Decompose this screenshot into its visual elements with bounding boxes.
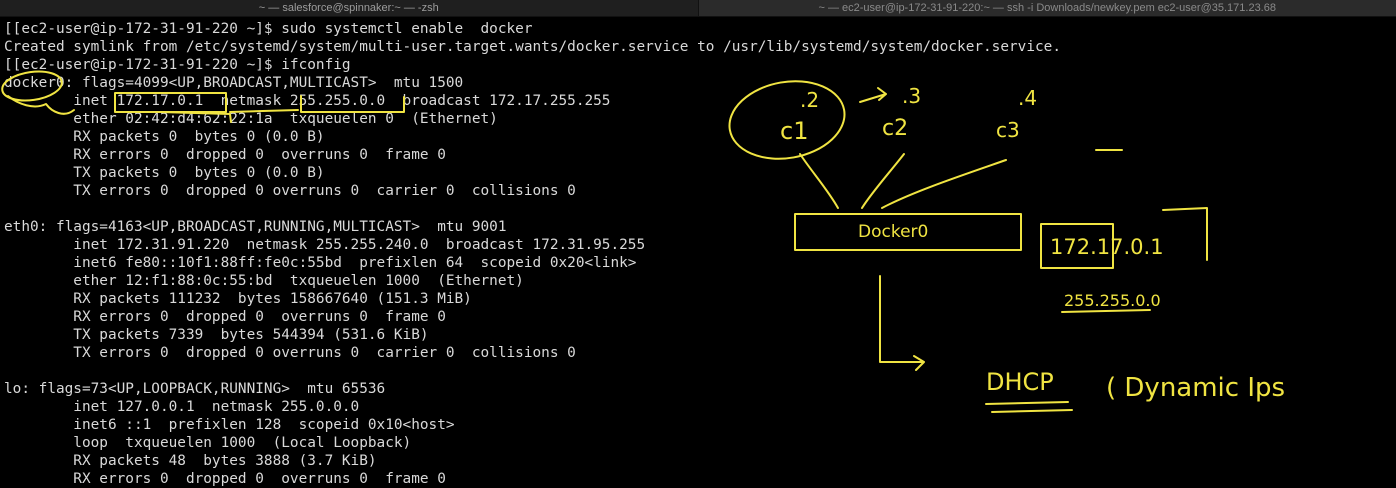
container-c2: c2: [882, 116, 908, 141]
netmask-box: [301, 96, 404, 112]
bridge-down-arrow: [880, 276, 924, 370]
ip-suffix-4: .4: [1018, 86, 1037, 110]
dhcp-underline: [986, 402, 1072, 412]
inet-ip-box: [115, 93, 226, 112]
ip-suffix-3: .3: [902, 84, 921, 108]
handwritten-annotations: .2 .3 .4 c1 c2 c3 Docker0 172.17.0.1 255…: [0, 0, 1396, 485]
container-c3: c3: [996, 118, 1020, 142]
subnet-mask: 255.255.0.0: [1064, 291, 1161, 310]
subnet-mask-underline: [1062, 310, 1150, 312]
subnet-ip: 172.17.0.1: [1050, 235, 1164, 259]
link-c3: [882, 160, 1006, 208]
docker0-bridge-label: Docker0: [858, 222, 928, 242]
netmask-underline: [230, 110, 298, 112]
ether-bracket: [160, 112, 231, 122]
dhcp-label: DHCP: [986, 368, 1054, 396]
container-c1: c1: [780, 117, 808, 145]
ip-suffix-2: .2: [800, 88, 819, 112]
subnet-ip-bracket: [1163, 208, 1207, 260]
arrow-2-to-3: [860, 88, 886, 102]
link-c1: [800, 154, 838, 208]
dynamic-ips-note: ( Dynamic Ips: [1106, 373, 1285, 403]
